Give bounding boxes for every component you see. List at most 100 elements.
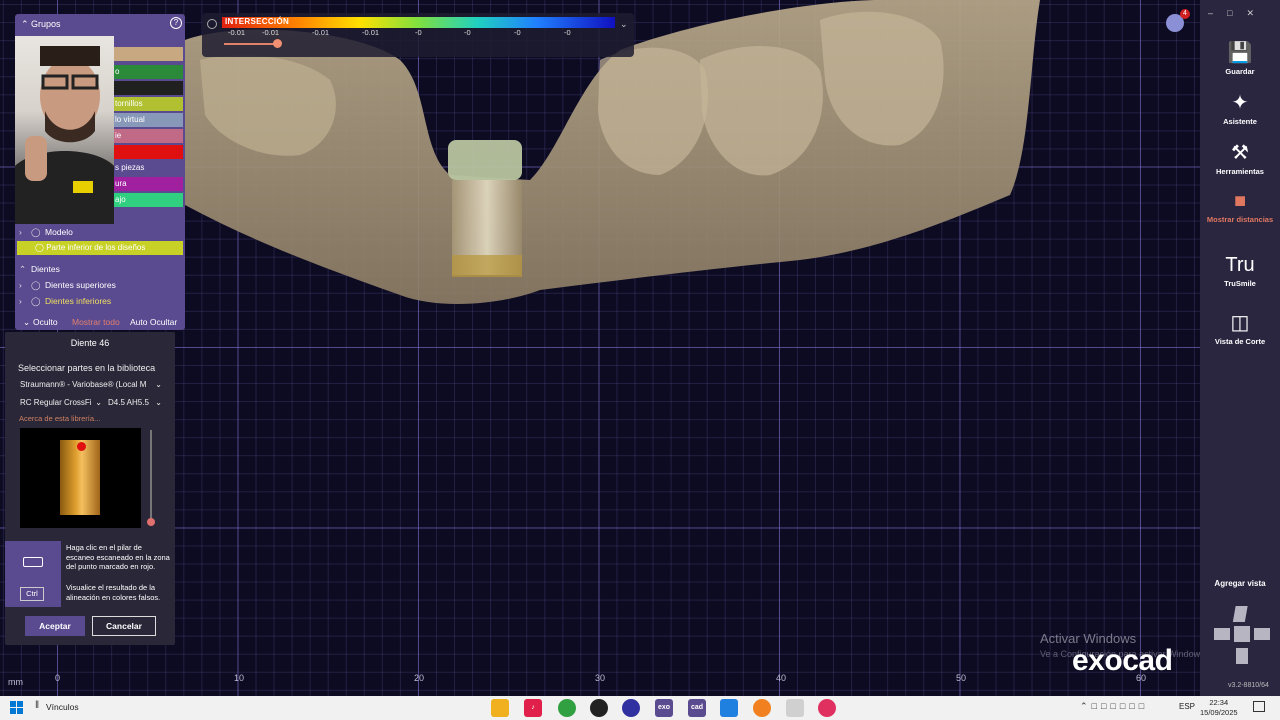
select-value: RC Regular CrossFi	[20, 398, 92, 407]
show-all-link[interactable]: Mostrar todo	[72, 314, 120, 330]
help-icon[interactable]: ?	[170, 17, 182, 29]
chrome-icon[interactable]	[558, 699, 576, 717]
library-select[interactable]: Straumann® - Variobase® (Local M ⌄	[20, 378, 162, 391]
cancel-button[interactable]: Cancelar	[92, 616, 156, 636]
eye-icon[interactable]: ◯	[31, 280, 45, 291]
auto-hide-link[interactable]: Auto Ocultar	[130, 314, 177, 330]
chevron-right-icon: ›	[19, 227, 22, 237]
chevron-down-icon: ⌄	[95, 398, 102, 407]
group-label: s piezas	[115, 163, 145, 172]
ruler-label: 40	[776, 673, 787, 683]
trusmile-icon: Tru	[1225, 254, 1255, 276]
chevron-down-icon: ⌄	[155, 398, 162, 407]
connection-select[interactable]: RC Regular CrossFi ⌄	[20, 396, 102, 409]
notification-center-icon[interactable]	[1253, 701, 1265, 712]
save-button[interactable]: 💾 Guardar	[1200, 42, 1280, 76]
preview-slider-track[interactable]	[150, 430, 152, 522]
threshold-slider-track[interactable]	[224, 43, 279, 45]
taskbar-links[interactable]: Vínculos	[46, 702, 79, 712]
toolbar-label: Mostrar distancias	[1206, 215, 1274, 224]
colorbar-tick: -0.01	[262, 28, 280, 37]
section-view-button[interactable]: ◫ Vista de Corte	[1200, 312, 1280, 346]
trusmile-button[interactable]: Tru TruSmile	[1200, 254, 1280, 288]
wizard-button[interactable]: ✦ Asistente	[1200, 92, 1280, 126]
size-select[interactable]: D4.5 AH5.5 ⌄	[108, 396, 162, 409]
select-value: Straumann® - Variobase® (Local M	[20, 380, 147, 389]
select-value: D4.5 AH5.5	[108, 398, 149, 407]
tree-label: Modelo	[45, 227, 73, 237]
blender-icon[interactable]	[753, 699, 771, 717]
ruler-unit: mm	[8, 677, 23, 687]
colorbar-tick: -0	[415, 28, 422, 37]
tree-item-parte-inferior[interactable]: ◯ Parte inferior de los diseños	[17, 241, 183, 255]
oculto-label[interactable]: Oculto	[33, 314, 58, 330]
chevron-down-icon[interactable]: ⌄	[23, 314, 30, 330]
group-label: ie	[115, 131, 122, 140]
windows-start-icon[interactable]	[10, 701, 23, 714]
colorbar-tick: -0.01	[312, 28, 330, 37]
system-tray-icons[interactable]: ⌃□□□□□□	[1080, 701, 1148, 712]
tree-label: Dientes inferiores	[45, 296, 112, 306]
add-view-button[interactable]: Agregar vista	[1200, 579, 1280, 588]
toolbar-label: Asistente	[1223, 117, 1257, 126]
app-icon[interactable]	[720, 699, 738, 717]
tools-icon: ⚒	[1231, 142, 1249, 164]
toolbar-label: Herramientas	[1216, 167, 1264, 176]
search-icon[interactable]: ‖	[35, 700, 39, 711]
group-label: ura	[115, 179, 127, 188]
accept-button[interactable]: Aceptar	[25, 616, 85, 636]
language-indicator[interactable]: ESP	[1179, 702, 1195, 711]
tools-button[interactable]: ⚒ Herramientas	[1200, 142, 1280, 176]
taskbar-clock[interactable]: 22:34 15/09/2025	[1200, 698, 1238, 718]
tree-item-dientes-inferiores[interactable]: › ◯ Dientes inferiores	[19, 296, 111, 307]
presenter-image	[15, 46, 114, 224]
file-explorer-icon[interactable]	[491, 699, 509, 717]
colorbar-tick: -0.01	[228, 28, 246, 37]
threshold-slider-knob[interactable]	[273, 39, 282, 48]
section-view-icon: ◫	[1230, 312, 1250, 334]
maps-icon[interactable]	[818, 699, 836, 717]
tiktok-icon[interactable]: ♪	[524, 699, 542, 717]
ruler-label: 50	[956, 673, 967, 683]
ruler-label: 10	[234, 673, 245, 683]
toolbar-label: Guardar	[1225, 67, 1255, 76]
groups-header[interactable]: ⌃ Grupos	[21, 19, 61, 30]
chevron-down-icon: ⌄	[155, 380, 162, 389]
app-icon[interactable]	[590, 699, 608, 717]
app-icon[interactable]	[786, 699, 804, 717]
scanbody-preview[interactable]	[20, 428, 141, 528]
toolbar-label: TruSmile	[1224, 279, 1256, 288]
chevron-right-icon: ›	[19, 296, 22, 306]
eye-icon[interactable]: ◯	[31, 227, 45, 238]
tree-label: Dientes superiores	[45, 280, 116, 290]
tree-label: Parte inferior de los diseños	[46, 243, 146, 252]
eye-icon[interactable]: ◯	[35, 243, 44, 252]
group-label: ajo	[115, 195, 126, 204]
hint-text-1: Haga clic en el pilar de escaneo escanea…	[66, 543, 170, 571]
wizard-icon: ✦	[1231, 92, 1249, 114]
app-icon[interactable]	[622, 699, 640, 717]
window-controls[interactable]: –□✕	[1208, 8, 1268, 19]
view-cube-icon[interactable]	[1212, 604, 1272, 668]
gauge-icon[interactable]	[207, 19, 217, 29]
tree-item-dientes[interactable]: ⌃ Dientes	[19, 264, 60, 275]
tree-item-modelo[interactable]: › ◯ Modelo	[19, 227, 73, 238]
colorbar-tick: -0	[464, 28, 471, 37]
right-toolbar: 💾 Guardar ✦ Asistente ⚒ Herramientas ■ Mostr…	[1200, 0, 1280, 696]
clock-time: 22:34	[1209, 698, 1229, 707]
group-label: o	[115, 67, 120, 76]
exocad-app-icon[interactable]: exo	[655, 699, 673, 717]
intersection-colorbar: INTERSECCIÓN -0.01 -0.01 -0.01 -0.01 -0 …	[202, 13, 634, 57]
cad-app-icon[interactable]: cad	[688, 699, 706, 717]
tree-item-dientes-superiores[interactable]: › ◯ Dientes superiores	[19, 280, 116, 291]
exocad-logo: exocad	[1072, 644, 1173, 677]
about-library-link[interactable]: Acerca de esta librería...	[19, 414, 100, 423]
ruler-label: 20	[414, 673, 425, 683]
chevron-down-icon[interactable]: ⌄	[620, 19, 628, 30]
preview-slider-knob[interactable]	[147, 518, 155, 526]
eye-icon[interactable]: ◯	[31, 296, 45, 307]
chevron-up-icon: ⌃	[19, 264, 27, 274]
groups-title: Grupos	[31, 19, 61, 29]
distance-icon: ■	[1233, 190, 1247, 212]
show-distances-button[interactable]: ■ Mostrar distancias	[1200, 190, 1280, 224]
